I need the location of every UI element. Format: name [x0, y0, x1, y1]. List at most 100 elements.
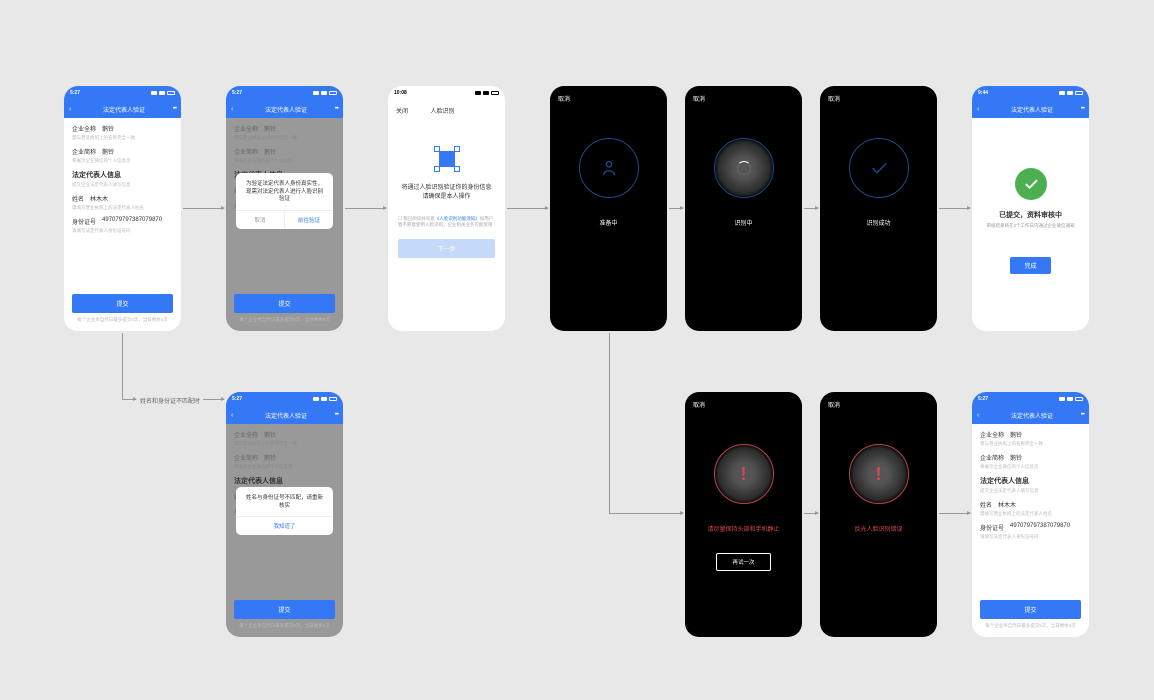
close-button[interactable]: 关闭	[396, 106, 408, 115]
screen-form-repeat: 5:27 ‹法定代表人验证••• 企业全称鹅铃需与营业执照上的名称完全一致 企业…	[972, 392, 1089, 637]
arrow	[804, 208, 818, 209]
scan-circle	[849, 138, 909, 198]
more-icon[interactable]: •••	[1081, 412, 1084, 418]
cancel-button[interactable]: 取消	[685, 392, 802, 409]
verify-modal: 为验证法定代表人身份真实性，现需对法定代表人进行人脸识别验证 取消 前往验证	[236, 173, 333, 229]
modal-cancel-button[interactable]: 取消	[236, 211, 285, 229]
more-icon[interactable]: •••	[335, 412, 338, 418]
cancel-button[interactable]: 取消	[820, 392, 937, 409]
statusbar: 5:27	[226, 86, 343, 100]
face-message: 将通过人脸识别验证你的身份信息 请确保是本人操作	[388, 184, 505, 202]
submit-button[interactable]: 提交	[72, 294, 173, 313]
back-icon[interactable]: ‹	[231, 106, 233, 113]
value[interactable]: 鹅铃	[102, 124, 114, 133]
cancel-button[interactable]: 取消	[685, 86, 802, 103]
agreement-link[interactable]: 《人脸识别功能须知》	[435, 216, 480, 221]
value[interactable]: 林木木	[90, 194, 108, 203]
scan-circle-error: !	[714, 444, 774, 504]
screen-mismatch: 5:27 ‹法定代表人验证••• 企业全称鹅铃需与营业执照上的名称完全一致 企业…	[226, 392, 343, 637]
back-icon[interactable]: ‹	[977, 106, 979, 113]
arrow	[939, 513, 970, 514]
arrow	[507, 208, 548, 209]
statusbar: 5:27	[64, 86, 181, 100]
scan-circle	[714, 138, 774, 198]
success-sub: 审核结果将在3个工作日内通过企业微信通知	[976, 223, 1084, 229]
arrow	[804, 513, 818, 514]
value[interactable]: 497079797387079870	[102, 217, 162, 226]
hint: 需填写营业执照上的法定代表人姓名	[72, 205, 173, 211]
submit-button: 提交	[234, 294, 335, 313]
flow-label: 姓名和身份证不匹配时	[140, 396, 200, 405]
hint: 提交企业法定代表人填写信息	[72, 182, 173, 188]
modal-text: 姓名与身份证号不匹配，请重新核实	[236, 487, 333, 516]
person-icon	[598, 157, 620, 179]
modal-text: 为验证法定代表人身份真实性，现需对法定代表人进行人脸识别验证	[236, 173, 333, 210]
label: 企业简称	[72, 147, 96, 156]
header: ‹法定代表人验证•••	[972, 100, 1089, 118]
scan-circle-error: !	[849, 444, 909, 504]
arrow	[122, 399, 136, 400]
label: 企业全称	[72, 124, 96, 133]
value[interactable]: 鹅铃	[102, 147, 114, 156]
screen-glare-error: 取消 ! 反光人脸识别错误	[820, 392, 937, 637]
agreement: ☐ 我已阅读并同意《人脸识别功能须知》如用户暂不愿意使用人脸识别，企业相关业务可…	[388, 216, 505, 229]
spinner-icon	[737, 161, 751, 175]
arrow	[669, 208, 683, 209]
page-title: 法定代表人验证	[75, 105, 172, 114]
arrow	[939, 208, 970, 209]
arrow	[609, 333, 610, 513]
statusbar: 9:44	[972, 86, 1089, 100]
arrow	[203, 399, 224, 400]
status-text: 准备中	[550, 218, 667, 227]
check-icon	[868, 157, 890, 179]
label: 身份证号	[72, 217, 96, 226]
submit-button[interactable]: 提交	[980, 600, 1081, 619]
screen-submitted: 9:44 ‹法定代表人验证••• 已提交，资料审核中 审核结果将在3个工作日内通…	[972, 86, 1089, 331]
screen-hold-still: 取消 ! 请尽量保持头部和手机静止 再试一次	[685, 392, 802, 637]
done-button[interactable]: 完成	[1010, 257, 1050, 274]
statusbar: 5:27	[972, 392, 1089, 406]
back-icon[interactable]: ‹	[977, 412, 979, 419]
more-icon[interactable]: •••	[335, 106, 338, 112]
header: ‹法定代表人验证•••	[226, 406, 343, 424]
cancel-button[interactable]: 取消	[820, 86, 937, 103]
screen-recog-success: 取消 识别成功	[820, 86, 937, 331]
success-title: 已提交，资料审核中	[999, 210, 1062, 220]
back-icon[interactable]: ‹	[231, 412, 233, 419]
screen-recognizing: 取消 识别中	[685, 86, 802, 331]
retry-button[interactable]: 再试一次	[716, 553, 771, 571]
error-text: 请尽量保持头部和手机静止	[685, 524, 802, 533]
header: ‹法定代表人验证•••	[972, 406, 1089, 424]
arrow	[345, 208, 386, 209]
header: ‹ 法定代表人验证•••	[64, 100, 181, 118]
hint: 请填写法定代表人身份证号码	[72, 228, 173, 234]
modal-ok-button[interactable]: 我知道了	[236, 517, 333, 535]
mismatch-modal: 姓名与身份证号不匹配，请重新核实 我知道了	[236, 487, 333, 535]
screen-preparing: 取消 准备中	[550, 86, 667, 331]
hint: 需与营业执照上的名称完全一致	[72, 135, 173, 141]
back-icon[interactable]: ‹	[69, 106, 71, 113]
modal-confirm-button[interactable]: 前往验证	[285, 211, 333, 229]
hint: 将展示企业微信的个人信息页	[72, 158, 173, 164]
status-text: 识别成功	[820, 218, 937, 227]
more-icon[interactable]: •••	[173, 106, 176, 112]
submit-button: 提交	[234, 600, 335, 619]
error-text: 反光人脸识别错误	[820, 524, 937, 533]
cancel-button[interactable]: 取消	[550, 86, 667, 103]
screen-modal-verify: 5:27 ‹法定代表人验证••• 企业全称鹅铃需与营业执照上的名称完全一致 企业…	[226, 86, 343, 331]
alert-icon: !	[734, 464, 754, 484]
arrow	[122, 333, 123, 399]
arrow	[183, 208, 224, 209]
header: ‹法定代表人验证•••	[226, 100, 343, 118]
success-icon	[1015, 168, 1047, 200]
screen-form: 5:27 ‹法定代表人验证••• 企业全称鹅铃需与营业执照上的名称完全一致 企业…	[64, 86, 181, 331]
statusbar: 10:08	[388, 86, 505, 100]
time: 5:27	[70, 90, 80, 96]
header: 关闭人脸识别	[388, 100, 505, 121]
statusbar: 5:27	[226, 392, 343, 406]
scan-circle	[579, 138, 639, 198]
alert-icon: !	[869, 464, 889, 484]
next-button[interactable]: 下一步	[398, 239, 495, 258]
more-icon[interactable]: •••	[1081, 106, 1084, 112]
arrow	[609, 513, 683, 514]
